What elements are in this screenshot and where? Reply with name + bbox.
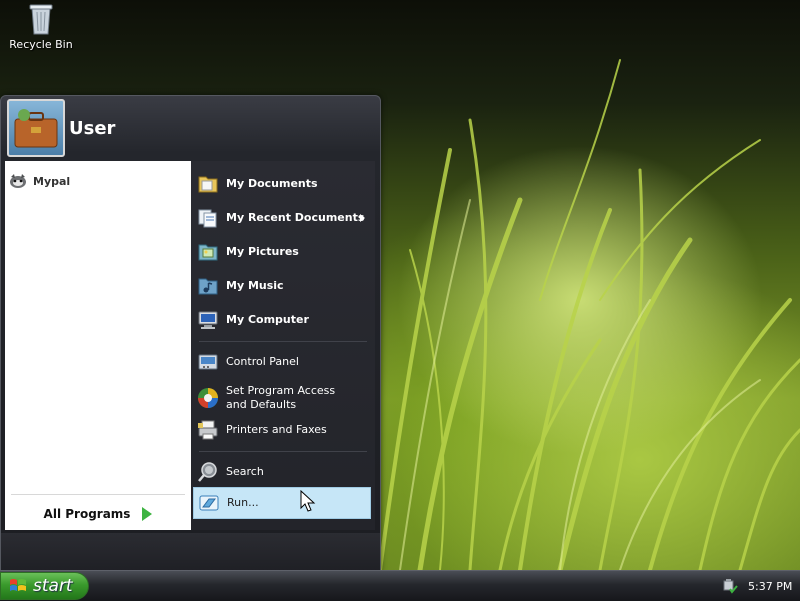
- menu-item-my-computer[interactable]: My Computer: [193, 305, 369, 335]
- pinned-item-label: Mypal: [33, 174, 71, 188]
- computer-icon: [198, 311, 218, 329]
- search-icon: [198, 462, 217, 482]
- menu-item-control-panel[interactable]: Control Panel: [193, 347, 369, 377]
- divider: [199, 341, 367, 342]
- control-panel-icon: [198, 354, 218, 370]
- start-menu: User Mypal All Programs My Documents My …: [0, 95, 381, 571]
- pinned-item-mypal[interactable]: Mypal: [9, 171, 70, 191]
- briefcase-icon: [14, 109, 58, 148]
- clock[interactable]: 5:37 PM: [748, 580, 792, 593]
- start-menu-right-pane: My Documents My Recent Documents My Pict…: [191, 161, 375, 530]
- start-menu-footer: [1, 533, 380, 571]
- program-defaults-icon: [198, 388, 218, 408]
- user-name: User: [69, 118, 116, 139]
- taskbar: start 5:37 PM: [0, 570, 800, 601]
- divider: [11, 494, 185, 495]
- pictures-icon: [198, 244, 218, 261]
- mouse-cursor-icon: [300, 490, 316, 512]
- folder-icon: [198, 176, 218, 193]
- all-programs-button[interactable]: All Programs: [5, 501, 191, 527]
- system-tray: 5:37 PM: [704, 571, 800, 601]
- user-avatar[interactable]: [7, 99, 65, 157]
- windows-logo-icon: [10, 579, 26, 591]
- start-button[interactable]: start: [0, 572, 89, 600]
- menu-item-set-program-access[interactable]: Set Program Access and Defaults: [193, 381, 369, 415]
- recent-documents-icon: [198, 209, 217, 228]
- start-label: start: [33, 576, 73, 596]
- safely-remove-hardware-icon[interactable]: [722, 578, 738, 594]
- start-menu-left-pane: Mypal All Programs: [5, 161, 191, 530]
- start-menu-header: User: [1, 96, 380, 158]
- music-icon: [198, 278, 218, 295]
- desktop-icon-label: Recycle Bin: [9, 38, 73, 51]
- divider: [199, 451, 367, 452]
- printer-icon: [198, 420, 218, 440]
- menu-item-my-pictures[interactable]: My Pictures: [193, 237, 369, 267]
- menu-item-my-recent-documents[interactable]: My Recent Documents: [193, 203, 369, 233]
- run-icon: [199, 495, 219, 511]
- recycle-bin-icon: [29, 4, 53, 35]
- submenu-arrow-icon: [360, 214, 365, 222]
- menu-item-run[interactable]: Run...: [193, 487, 371, 519]
- menu-item-my-music[interactable]: My Music: [193, 271, 369, 301]
- mypal-icon: [10, 174, 26, 188]
- green-arrow-icon: [142, 507, 153, 521]
- menu-item-my-documents[interactable]: My Documents: [193, 169, 369, 199]
- all-programs-label: All Programs: [43, 507, 131, 521]
- menu-item-printers-and-faxes[interactable]: Printers and Faxes: [193, 415, 369, 445]
- menu-item-search[interactable]: Search: [193, 457, 369, 487]
- desktop-icon-recycle-bin[interactable]: Recycle Bin: [8, 2, 74, 51]
